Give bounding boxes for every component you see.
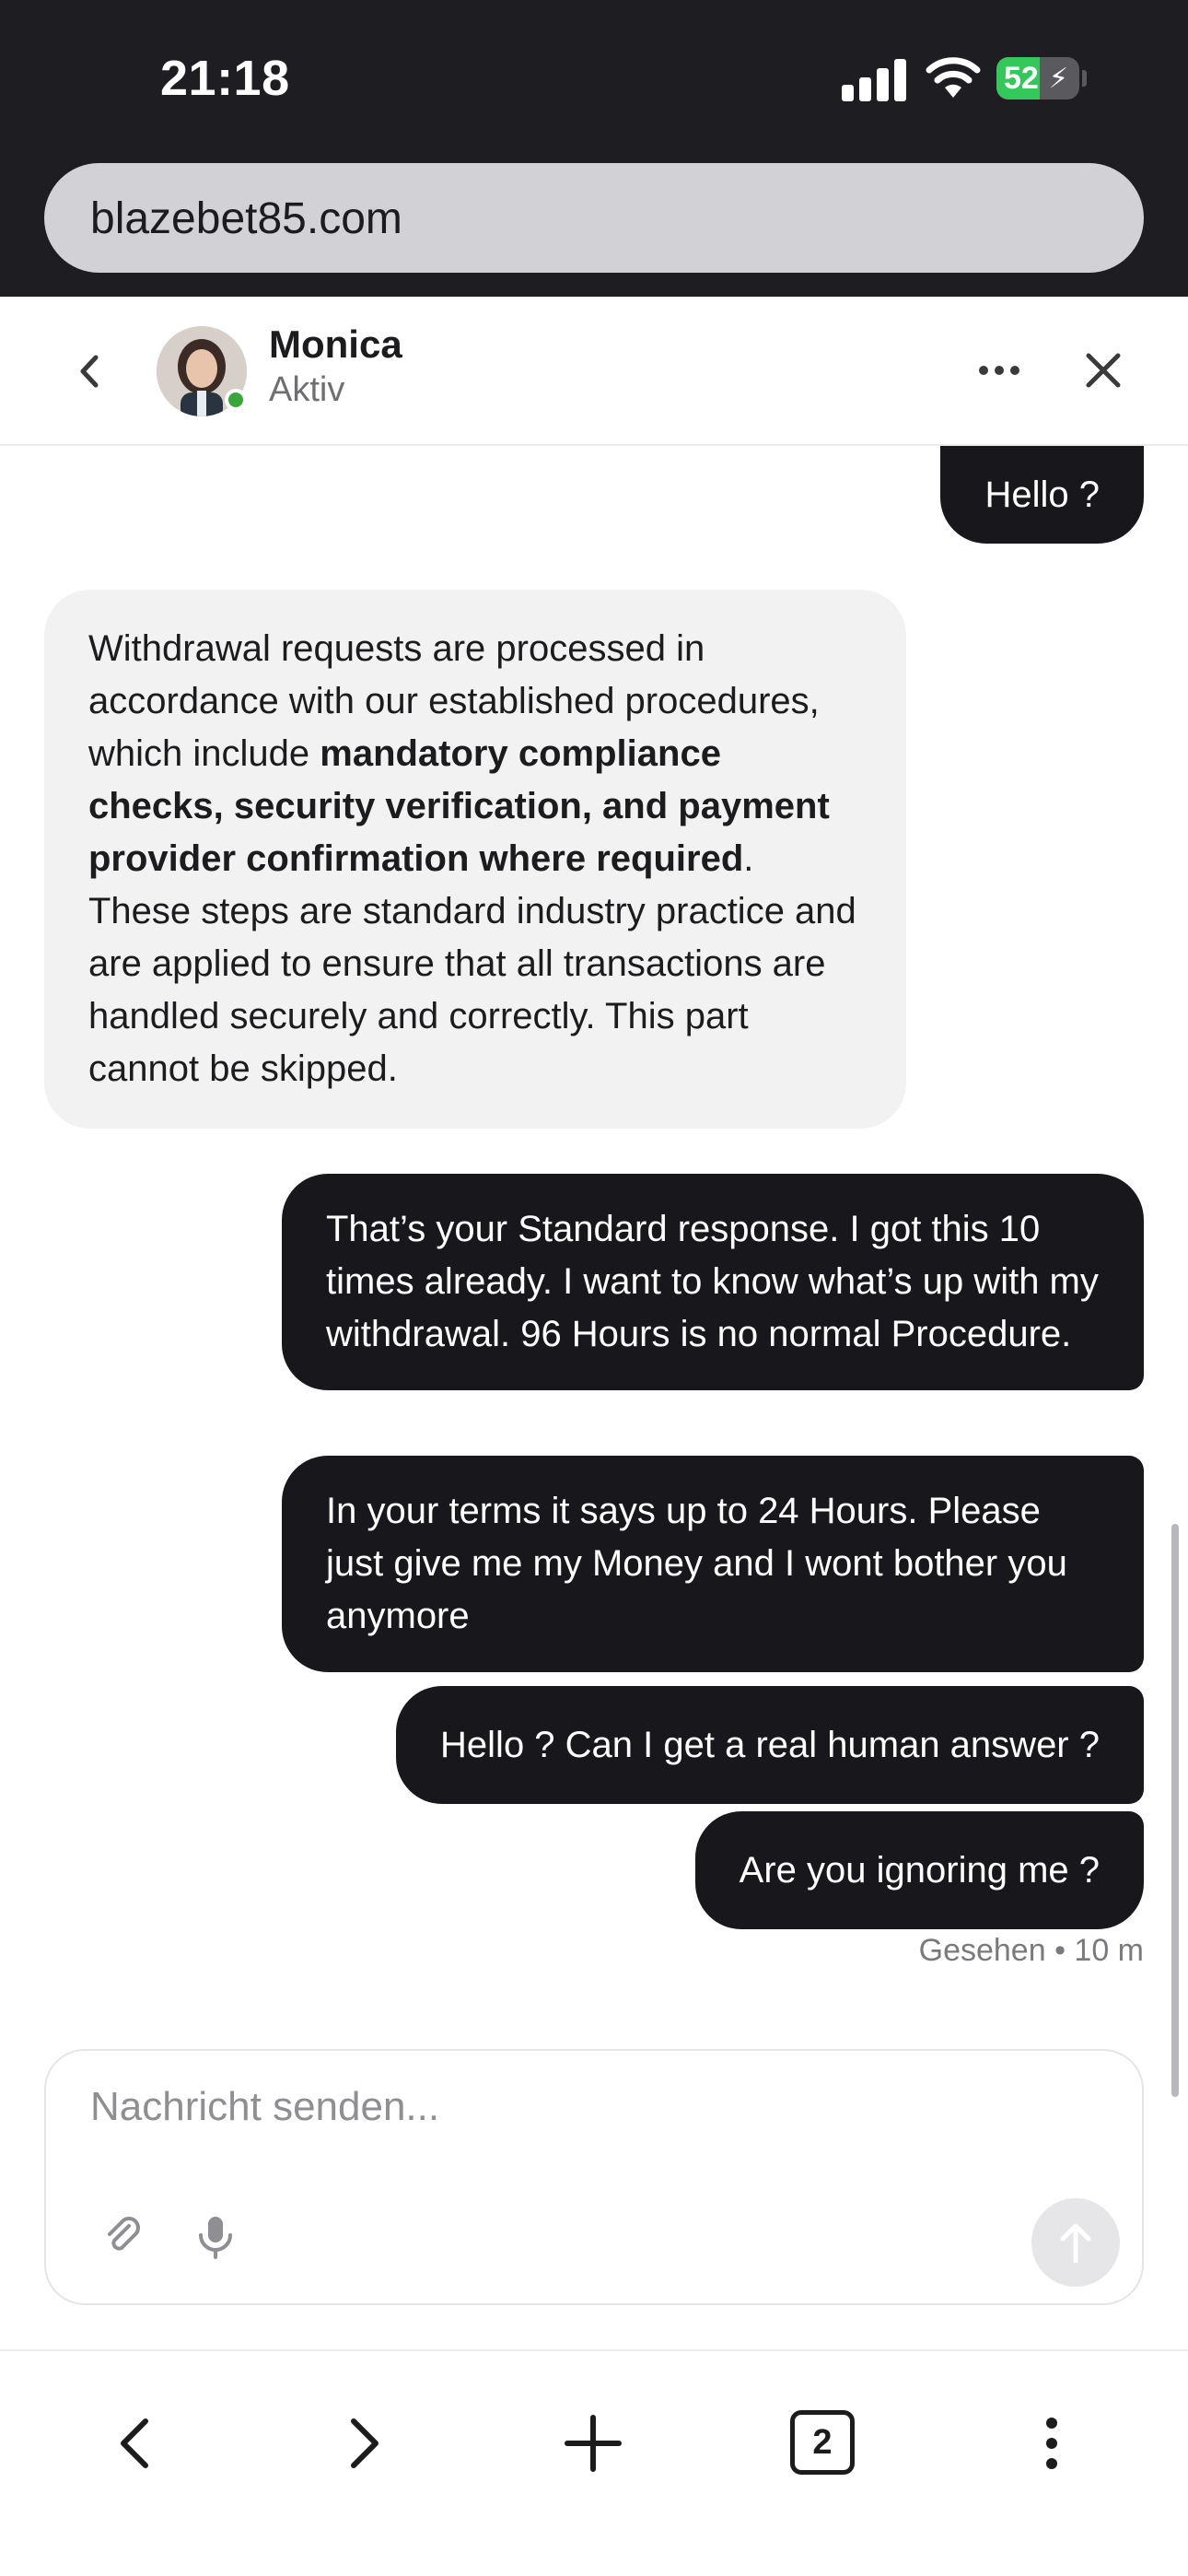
message-text: Hello ? Can I get a real human answer ? [440, 1725, 1100, 1765]
message-input[interactable] [90, 2084, 1011, 2130]
browser-menu-button[interactable] [1015, 2406, 1089, 2480]
scrollbar[interactable] [1171, 1524, 1179, 2097]
browser-back-button[interactable] [99, 2406, 173, 2480]
message-text: Hello ? [984, 474, 1100, 515]
arrow-up-icon [1060, 2223, 1091, 2264]
battery-nub [1082, 70, 1087, 87]
online-indicator [225, 389, 247, 411]
url-text: blazebet85.com [90, 194, 402, 243]
wifi-icon [926, 57, 981, 98]
microphone-icon[interactable] [193, 2213, 238, 2261]
message-text: Are you ignoring me ? [739, 1850, 1100, 1891]
tabs-button[interactable]: 2 [790, 2410, 864, 2484]
message-agent: Withdrawal requests are processed in acc… [44, 590, 906, 1129]
paperclip-icon[interactable] [101, 2215, 146, 2259]
message-text: That’s your Standard response. I got thi… [326, 1209, 1099, 1354]
agent-name: Monica [269, 322, 402, 366]
browser-forward-button[interactable] [326, 2406, 400, 2480]
battery-icon: 52 ⚡ [996, 57, 1079, 100]
address-bar[interactable]: blazebet85.com [44, 163, 1144, 273]
status-time: 21:18 [160, 51, 290, 106]
close-chat-button[interactable] [1079, 346, 1127, 394]
message-text: In your terms it says up to 24 Hours. Pl… [326, 1491, 1067, 1636]
seen-status: Gesehen • 10 m [918, 1933, 1144, 1968]
message-user: Hello ? [940, 446, 1144, 544]
charging-bolt-icon: ⚡ [1048, 64, 1068, 94]
tab-count: 2 [790, 2410, 855, 2475]
cellular-signal-icon [842, 57, 906, 101]
agent-status: Aktiv [269, 370, 345, 409]
send-button[interactable] [1031, 2198, 1120, 2287]
browser-bottom-nav: 2 [0, 2349, 1188, 2576]
message-user: In your terms it says up to 24 Hours. Pl… [282, 1456, 1144, 1672]
message-user: That’s your Standard response. I got thi… [282, 1174, 1144, 1390]
new-tab-button[interactable] [556, 2406, 630, 2480]
chat-header: Monica Aktiv [0, 297, 1188, 446]
message-composer [44, 2049, 1144, 2305]
more-options-button[interactable] [976, 352, 1022, 389]
chat-back-button[interactable] [72, 346, 109, 396]
battery-percent: 52 [1004, 61, 1039, 96]
message-user: Are you ignoring me ? [694, 1811, 1144, 1929]
message-user: Hello ? Can I get a real human answer ? [396, 1686, 1144, 1804]
browser-top-bar: 21:18 52 ⚡ blazebet85.com [0, 0, 1188, 297]
